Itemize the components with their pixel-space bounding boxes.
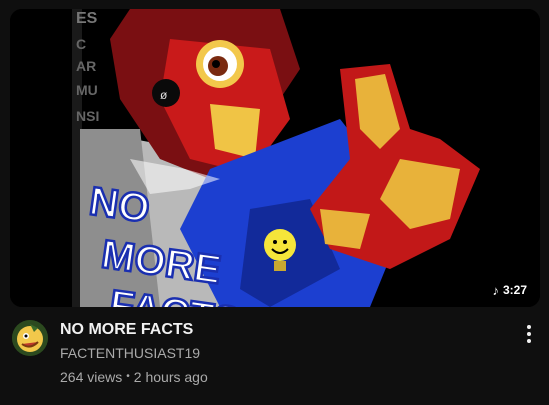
menu-dot — [527, 325, 531, 329]
more-options-icon[interactable] — [519, 322, 539, 346]
channel-avatar[interactable] — [12, 320, 48, 356]
duration-text: 3:27 — [502, 283, 527, 297]
video-thumbnail[interactable]: ES C AR MU NSI ø NO MORE ♪ 3:27 — [10, 9, 540, 307]
svg-text:AR: AR — [76, 58, 96, 74]
menu-dot — [527, 332, 531, 336]
view-count: 264 views — [60, 369, 123, 385]
video-card[interactable]: ES C AR MU NSI ø NO MORE ♪ 3:27 NO MORE … — [0, 0, 549, 405]
svg-text:MU: MU — [76, 82, 98, 98]
channel-name[interactable]: FACTENTHUSIAST19 — [60, 344, 500, 362]
video-title[interactable]: NO MORE FACTS — [60, 320, 500, 340]
duration-badge: ♪ 3:27 — [486, 280, 533, 300]
avatar-image — [12, 320, 48, 356]
music-note-icon: ♪ — [492, 282, 499, 298]
separator-dot: • — [126, 371, 130, 382]
upload-age: 2 hours ago — [133, 369, 208, 385]
svg-text:C: C — [76, 36, 86, 52]
svg-text:ø: ø — [160, 88, 168, 102]
thumbnail-artwork: ES C AR MU NSI ø NO MORE — [10, 9, 540, 307]
video-stats: 264 views • 2 hours ago — [60, 368, 500, 386]
svg-text:NSI: NSI — [76, 108, 99, 124]
svg-text:ES: ES — [76, 10, 98, 27]
video-meta: NO MORE FACTS FACTENTHUSIAST19 264 views… — [60, 320, 500, 386]
menu-dot — [527, 339, 531, 343]
thumbnail-text-no: NO — [87, 179, 153, 231]
